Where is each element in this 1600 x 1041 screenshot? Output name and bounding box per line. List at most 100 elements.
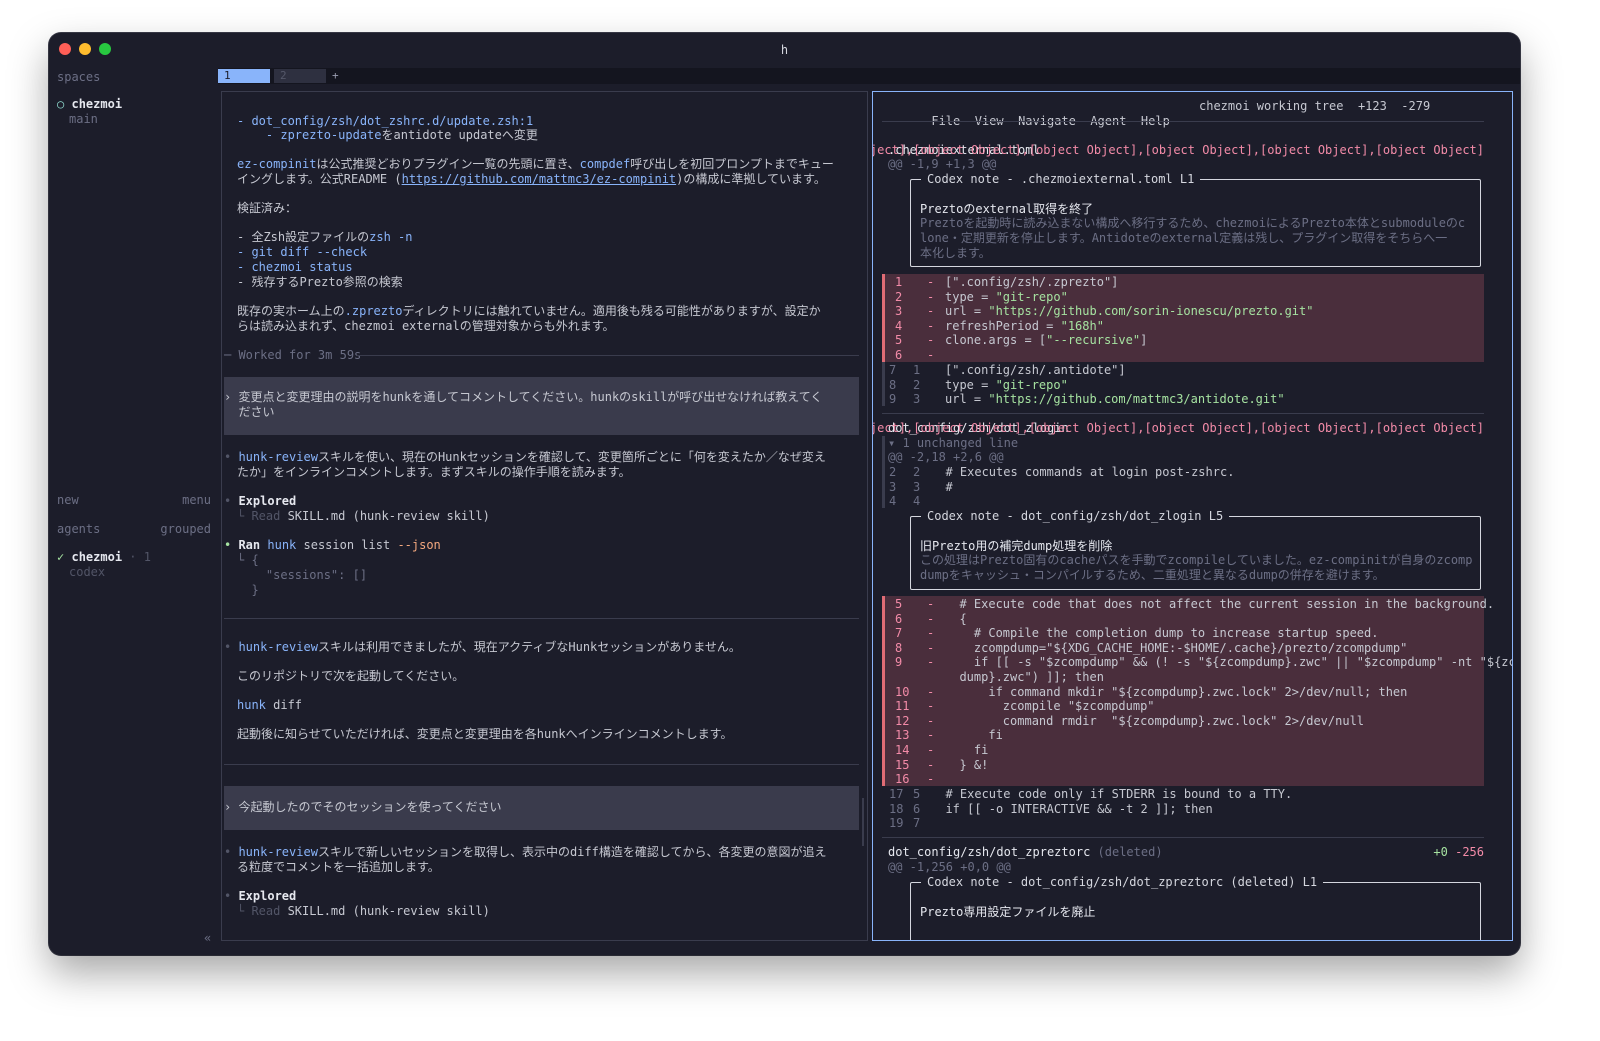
deleted-code-line: zcompile "$zcompdump" xyxy=(945,699,1155,714)
new-tab-button[interactable]: + xyxy=(326,69,339,83)
old-line-number: 15 xyxy=(895,757,910,772)
hunk-header: @@ -1,256 +0,0 @@ xyxy=(888,860,1011,874)
deleted-code-line: } &! xyxy=(945,757,989,772)
read-step: └ Read SKILL.md (hunk-review skill) xyxy=(237,904,490,918)
read-step: └ Read SKILL.md (hunk-review skill) xyxy=(237,509,490,523)
deleted-code-line: command rmdir "${zcompdump}.zwc.lock" 2>… xyxy=(945,713,1365,728)
tab-bar: 1 2 + xyxy=(218,68,1520,84)
user-message: › 今起動したのでそのセッションを使ってください xyxy=(224,786,859,830)
grouped-toggle[interactable]: grouped xyxy=(160,522,211,536)
minus-marker: - xyxy=(927,333,935,348)
deleted-code-line: type = "git-repo" xyxy=(945,289,1068,304)
deleted-code-line: fi xyxy=(945,743,989,757)
chat-paragraph: 既存の実ホーム上の.zpreztoディレクトリには触れていません。適用後も残る可… xyxy=(237,304,821,318)
minus-marker: - xyxy=(927,640,935,655)
divider xyxy=(882,413,1484,414)
minus-marker: - xyxy=(927,318,935,333)
divider xyxy=(882,837,1484,838)
minus-marker: - xyxy=(927,728,935,743)
new-line-number: 7 xyxy=(913,816,921,831)
menu-button[interactable]: menu xyxy=(182,493,211,507)
divider xyxy=(224,618,859,619)
deleted-code-line: fi xyxy=(945,728,1003,743)
chat-list-item: - git diff --check xyxy=(237,245,368,259)
old-line-number: 18 xyxy=(889,801,904,816)
old-line-number: 9 xyxy=(895,655,903,670)
context-marker xyxy=(882,362,885,406)
new-line-number: 6 xyxy=(913,801,921,816)
old-line-number: 1 xyxy=(895,275,903,289)
old-line-number: 9 xyxy=(889,392,897,407)
minus-marker: - xyxy=(927,713,935,728)
minus-marker: - xyxy=(927,304,935,319)
tab-2[interactable]: 2 xyxy=(274,69,326,83)
old-line-number: 2 xyxy=(889,465,897,479)
divider xyxy=(224,764,859,765)
old-line-number: 17 xyxy=(889,787,904,801)
unchanged-toggle[interactable]: ▾ 1 unchanged line xyxy=(888,436,1018,451)
tab-1[interactable]: 1 xyxy=(218,69,270,83)
assistant-message: たか」をインラインコメントします。まずスキルの操作手順を読みます。 xyxy=(237,465,631,479)
old-line-number: 8 xyxy=(895,640,903,655)
assistant-message: 起動後に知らせていただければ、変更点と変更理由を各hunkへインラインコメントし… xyxy=(237,727,733,741)
context-code-line: url = "https://github.com/mattmc3/antido… xyxy=(945,392,1285,407)
old-line-number: 16 xyxy=(895,772,910,787)
scrollbar[interactable] xyxy=(862,798,864,846)
new-line-number: 1 xyxy=(913,363,921,377)
old-line-number: 2 xyxy=(895,289,903,304)
hunk-diff-pane[interactable]: File View Navigate Agent Help chezmoi wo… xyxy=(872,91,1513,941)
readme-link[interactable]: https://github.com/mattmc3/ez-compinit xyxy=(402,172,677,186)
new-button[interactable]: new xyxy=(57,493,79,507)
chat-line: - zprezto-updateをantidote updateへ変更 xyxy=(237,128,538,142)
context-code-line: # Execute code only if STDERR is bound t… xyxy=(931,787,1293,801)
chat-heading: 検証済み： xyxy=(237,201,298,215)
old-line-number: 19 xyxy=(889,816,904,831)
assistant-message: る粒度でコメントを一括追加します。 xyxy=(237,860,440,874)
deleted-code-line: [".config/zsh/.zprezto"] xyxy=(945,275,1119,289)
deleted-code-line: # Compile the completion dump to increas… xyxy=(945,626,1379,641)
space-branch: main xyxy=(69,112,98,126)
old-line-number: 13 xyxy=(895,728,910,743)
minus-marker: - xyxy=(927,699,935,714)
old-line-number: 3 xyxy=(895,304,903,319)
old-line-number: 6 xyxy=(895,611,903,626)
assistant-message: • hunk-reviewスキルで新しいセッションを取得し、表示中のdiff構造… xyxy=(224,845,827,859)
deleted-code-line: # Execute code that does not affect the … xyxy=(945,597,1495,611)
deleted-code-line: refreshPeriod = "168h" xyxy=(945,318,1104,333)
context-code-line: # Executes commands at login post-zshrc. xyxy=(931,465,1235,479)
codex-chat-pane[interactable]: - dot_config/zsh/dot_zshrc.d/update.zsh:… xyxy=(221,91,868,941)
old-line-number: 11 xyxy=(895,699,910,714)
minus-marker: - xyxy=(927,684,935,699)
terminal-window: h spaces ○ chezmoi main new menu agents … xyxy=(49,33,1520,955)
minus-marker: - xyxy=(927,772,935,787)
divider xyxy=(882,121,1484,122)
diff-summary: chezmoi working tree +123 -279 xyxy=(1199,99,1431,113)
title-bar: h xyxy=(49,33,1520,67)
codex-note: Codex note - .chezmoiexternal.toml L1 Pr… xyxy=(910,172,1481,267)
context-marker xyxy=(882,436,885,508)
deleted-code-line: dump}.zwc") ]]; then xyxy=(945,670,1104,684)
old-line-number: 5 xyxy=(895,597,903,611)
assistant-message: • hunk-reviewスキルは利用できましたが、現在アクティブなHunkセッ… xyxy=(224,640,741,654)
chat-list-item: - chezmoi status xyxy=(237,260,353,274)
collapse-sidebar-button[interactable]: « xyxy=(204,931,211,946)
file-stats: +0 [object Object],[object Object],[obje… xyxy=(873,421,1484,435)
ran-output: "sessions": [] xyxy=(237,568,368,582)
worked-duration: ─ Worked for 3m 59s xyxy=(224,348,369,362)
space-item-chezmoi[interactable]: ○ chezmoi xyxy=(57,97,122,112)
codex-note: Codex note - dot_config/zsh/dot_zlogin L… xyxy=(910,509,1481,590)
explored-step: • Explored xyxy=(224,494,297,508)
old-line-number: 8 xyxy=(889,377,897,392)
file-header[interactable]: dot_config/zsh/dot_zpreztorc (deleted) xyxy=(888,845,1163,860)
chat-list-item: - 全Zsh設定ファイルのzsh -n xyxy=(237,230,413,244)
old-line-number: 4 xyxy=(895,318,903,333)
new-line-number: 2 xyxy=(913,465,921,479)
window-title: h xyxy=(780,43,789,57)
new-line-number: 3 xyxy=(913,392,921,407)
agent-item-chezmoi[interactable]: ✓ chezmoi · 1 xyxy=(57,550,151,565)
old-line-number: 4 xyxy=(889,494,897,509)
chat-list-item: - 残存するPrezto参照の検索 xyxy=(237,275,403,289)
codex-note: Codex note - dot_config/zsh/dot_zpreztor… xyxy=(910,875,1481,940)
agent-type: codex xyxy=(69,565,106,579)
minus-marker: - xyxy=(927,611,935,626)
